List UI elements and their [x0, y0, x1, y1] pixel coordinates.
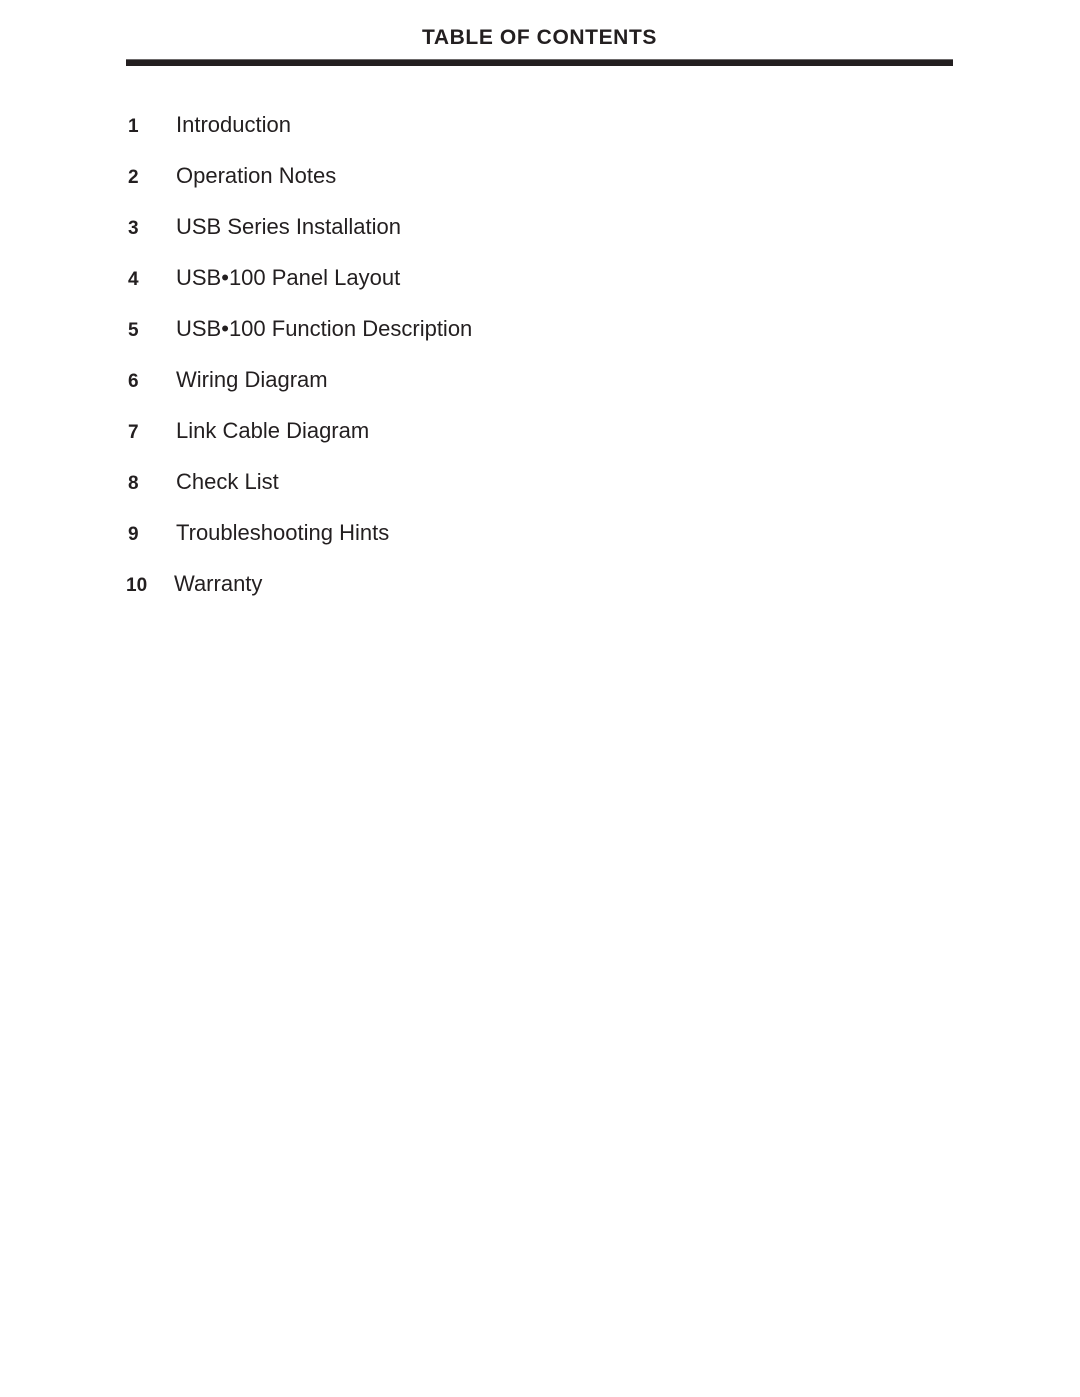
toc-entry-number: 8 [128, 473, 139, 494]
toc-entry[interactable]: 10 Warranty [126, 571, 906, 622]
toc-entry-number: 9 [128, 524, 139, 545]
toc-entry-number: 5 [128, 320, 139, 341]
toc-entry[interactable]: 1 Introduction [126, 112, 906, 163]
toc-entry-label: Wiring Diagram [176, 367, 328, 392]
toc-entry-number: 2 [128, 167, 139, 188]
toc-entry-label: Operation Notes [176, 163, 337, 188]
toc-entry-label: Check List [176, 469, 279, 494]
toc-entry[interactable]: 8 Check List [126, 469, 906, 520]
toc-entry[interactable]: 9 Troubleshooting Hints [126, 520, 906, 571]
toc-entry-label: Troubleshooting Hints [176, 520, 390, 545]
toc-entry-label: Link Cable Diagram [176, 418, 370, 443]
toc-entry[interactable]: 7 Link Cable Diagram [126, 418, 906, 469]
document-header: TABLE OF CONTENTS [126, 26, 953, 67]
toc-entry-label: USB Series Installation [176, 214, 401, 239]
document-page: TABLE OF CONTENTS 1 Introduction 2 Operatio… [0, 0, 1080, 1397]
toc-entry[interactable]: 6 Wiring Diagram [126, 367, 906, 418]
toc-entry[interactable]: 3 USB Series Installation [126, 214, 906, 265]
toc-entry-number: 10 [126, 575, 148, 596]
toc-entry-number: 7 [128, 422, 139, 443]
toc-entry[interactable]: 4 USB•100 Panel Layout [126, 265, 906, 316]
toc-entry-label: USB•100 Function Description [176, 316, 473, 341]
toc-entry-label: Introduction [176, 112, 291, 137]
title-divider [126, 59, 953, 67]
toc-entry-label: USB•100 Panel Layout [176, 265, 401, 290]
toc-entry-number: 6 [128, 371, 139, 392]
toc-entry-label: Warranty [174, 571, 263, 596]
toc-entry-number: 3 [128, 218, 139, 239]
toc-entry[interactable]: 2 Operation Notes [126, 163, 906, 214]
toc-entry-number: 1 [128, 116, 139, 137]
table-of-contents-list: 1 Introduction 2 Operation Notes 3 USB Series… [126, 112, 906, 622]
toc-entry[interactable]: 5 USB•100 Function Description [126, 316, 906, 367]
page-title: TABLE OF CONTENTS [422, 26, 657, 49]
toc-entry-number: 4 [128, 269, 139, 290]
